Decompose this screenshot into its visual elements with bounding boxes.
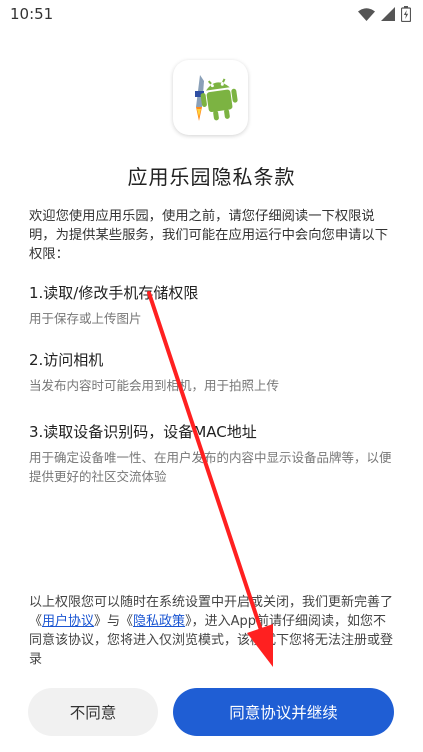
android-robot-icon [194,74,238,121]
permission-item-device-id: 3.读取设备识别码，设备MAC地址 用于确定设备唯一性、在用户发布的内容中显示设… [29,422,399,486]
permission-title: 2.访问相机 [29,351,104,369]
permission-desc: 用于确定设备唯一性、在用户发布的内容中显示设备品牌等，以便提供更好的社区交流体验 [29,450,392,484]
permission-item-storage: 1.读取/修改手机存储权限 用于保存或上传图片 [29,283,399,328]
app-icon [173,60,248,135]
permission-desc: 用于保存或上传图片 [29,311,142,326]
disagree-button[interactable]: 不同意 [28,688,158,736]
permission-item-camera: 2.访问相机 当发布内容时可能会用到相机，用于拍照上传 [29,350,399,395]
footer-notice: 以上权限您可以随时在系统设置中开启或关闭，我们更新完善了《用户协议》与《隐私政策… [29,593,397,669]
status-bar: 10:51 [0,0,423,30]
user-agreement-link[interactable]: 用户协议 [42,614,94,629]
dialog-title: 应用乐园隐私条款 [127,165,296,189]
privacy-dialog-screen: 10:51 应用乐园隐私条款 欢迎您使用应用乐园，使用之前，请您仔细阅读一下权限… [0,0,423,752]
intro-text: 欢迎您使用应用乐园，使用之前，请您仔细阅读一下权限说明，为提供某些服务，我们可能… [29,209,389,262]
permission-title: 3.读取设备识别码，设备MAC地址 [29,423,257,441]
footer-text-part2: 》与《 [94,614,134,629]
permission-desc: 当发布内容时可能会用到相机，用于拍照上传 [29,378,280,393]
signal-icon [381,7,395,21]
battery-charging-icon [401,6,411,22]
agree-continue-button[interactable]: 同意协议并继续 [173,688,394,736]
wifi-icon [358,7,375,21]
permission-title: 1.读取/修改手机存储权限 [29,284,199,302]
privacy-policy-link[interactable]: 隐私政策 [133,614,185,629]
status-icons [358,6,411,22]
status-time: 10:51 [10,5,54,23]
